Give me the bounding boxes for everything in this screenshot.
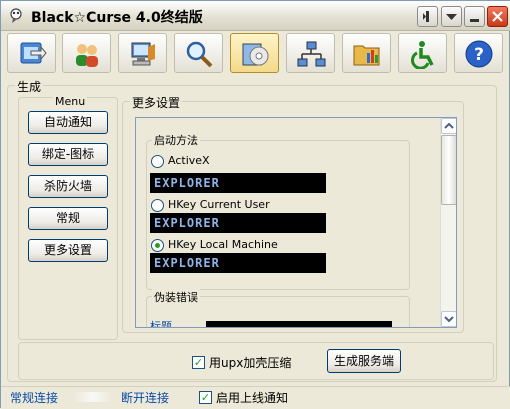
online-notify-checkbox[interactable]: ✓ bbox=[199, 391, 212, 404]
scroll-down-icon bbox=[444, 316, 454, 323]
more-settings-label: 更多设置 bbox=[130, 94, 183, 111]
menu-label: Menu bbox=[53, 95, 88, 108]
more-settings-button[interactable]: 更多设置 bbox=[28, 239, 108, 262]
normal-connect-link[interactable]: 常规连接 bbox=[10, 389, 58, 406]
close-icon bbox=[492, 11, 503, 22]
toolbar: ? bbox=[1, 31, 510, 74]
title-bar: Black☆Curse 4.0终结版 bbox=[1, 1, 510, 31]
minimize-menu-button[interactable] bbox=[441, 6, 462, 27]
upx-label: 用upx加壳压缩 bbox=[209, 356, 292, 370]
toolbar-search-button[interactable] bbox=[174, 33, 223, 73]
help-icon: ? bbox=[465, 40, 493, 68]
generate-group-label: 生成 bbox=[15, 78, 44, 95]
toolbar-help-button[interactable]: ? bbox=[454, 33, 503, 73]
hkcu-radio[interactable] bbox=[151, 199, 164, 212]
activex-value-field[interactable]: EXPLORER bbox=[150, 173, 326, 193]
minimize-icon bbox=[470, 19, 479, 22]
computer-icon bbox=[131, 42, 155, 66]
build-server-button[interactable]: 生成服务端 bbox=[327, 349, 401, 373]
connection-indicator bbox=[73, 392, 113, 402]
scroll-thumb[interactable] bbox=[441, 135, 456, 205]
accessibility-icon bbox=[411, 41, 434, 69]
minimize-button[interactable] bbox=[464, 6, 485, 27]
hklm-radio[interactable] bbox=[151, 239, 164, 252]
status-bar: 常规连接 断开连接 ✓ 启用上线通知 bbox=[1, 386, 510, 409]
bind-icon-button[interactable]: 绑定-图标 bbox=[28, 143, 108, 166]
upx-checkbox[interactable]: ✓ bbox=[192, 356, 205, 369]
chevron-down-icon bbox=[446, 14, 457, 20]
scroll-up-icon bbox=[444, 122, 454, 129]
online-notify-label: 启用上线通知 bbox=[216, 391, 289, 405]
toolbar-screen-button[interactable] bbox=[7, 33, 56, 73]
users-icon bbox=[76, 44, 98, 67]
toolbar-accessibility-button[interactable] bbox=[398, 33, 447, 73]
hkcu-value-field[interactable]: EXPLORER bbox=[150, 213, 326, 233]
hklm-label: HKey Local Machine bbox=[168, 238, 278, 251]
kill-firewall-button[interactable]: 杀防火墙 bbox=[28, 175, 108, 198]
disconnect-link[interactable]: 断开连接 bbox=[121, 389, 169, 406]
general-button[interactable]: 常规 bbox=[28, 207, 108, 230]
settings-scroll-area: 启动方法 ActiveX EXPLORER HKey Current User … bbox=[135, 117, 457, 328]
scroll-down-button[interactable] bbox=[441, 311, 456, 327]
fake-error-title-field[interactable] bbox=[206, 321, 392, 327]
restore-icon bbox=[423, 11, 429, 22]
toolbar-network-button[interactable] bbox=[286, 33, 335, 73]
activex-label: ActiveX bbox=[168, 154, 210, 167]
resize-grip[interactable] bbox=[499, 393, 509, 405]
window-title: Black☆Curse 4.0终结版 bbox=[31, 10, 203, 26]
scroll-up-button[interactable] bbox=[441, 118, 456, 134]
fake-error-label: 伪装错误 bbox=[152, 289, 200, 305]
restore-button[interactable] bbox=[417, 6, 438, 27]
auto-notify-button[interactable]: 自动通知 bbox=[28, 111, 108, 134]
close-button[interactable] bbox=[487, 6, 508, 27]
main-window: Black☆Curse 4.0终结版 ? 生成 Menu 自动通知 绑定-图标 … bbox=[0, 0, 510, 409]
toolbar-computer-button[interactable] bbox=[118, 33, 167, 73]
magnifier-icon bbox=[186, 41, 213, 68]
fake-error-title-label: 标题 bbox=[150, 320, 172, 328]
toolbar-folder-button[interactable] bbox=[342, 33, 391, 73]
network-icon bbox=[297, 41, 326, 67]
vertical-scrollbar[interactable] bbox=[440, 118, 456, 327]
screen-arrow-icon bbox=[20, 42, 47, 64]
folder-chart-icon bbox=[353, 45, 380, 66]
activex-radio[interactable] bbox=[151, 155, 164, 168]
disc-icon bbox=[242, 43, 269, 66]
toolbar-users-button[interactable] bbox=[62, 33, 111, 73]
toolbar-disc-button[interactable] bbox=[230, 33, 279, 73]
app-icon bbox=[10, 8, 22, 23]
svg-text:?: ? bbox=[474, 45, 484, 65]
hklm-value-field[interactable]: EXPLORER bbox=[150, 253, 326, 273]
startup-method-label: 启动方法 bbox=[152, 132, 200, 148]
hkcu-label: HKey Current User bbox=[168, 198, 270, 211]
